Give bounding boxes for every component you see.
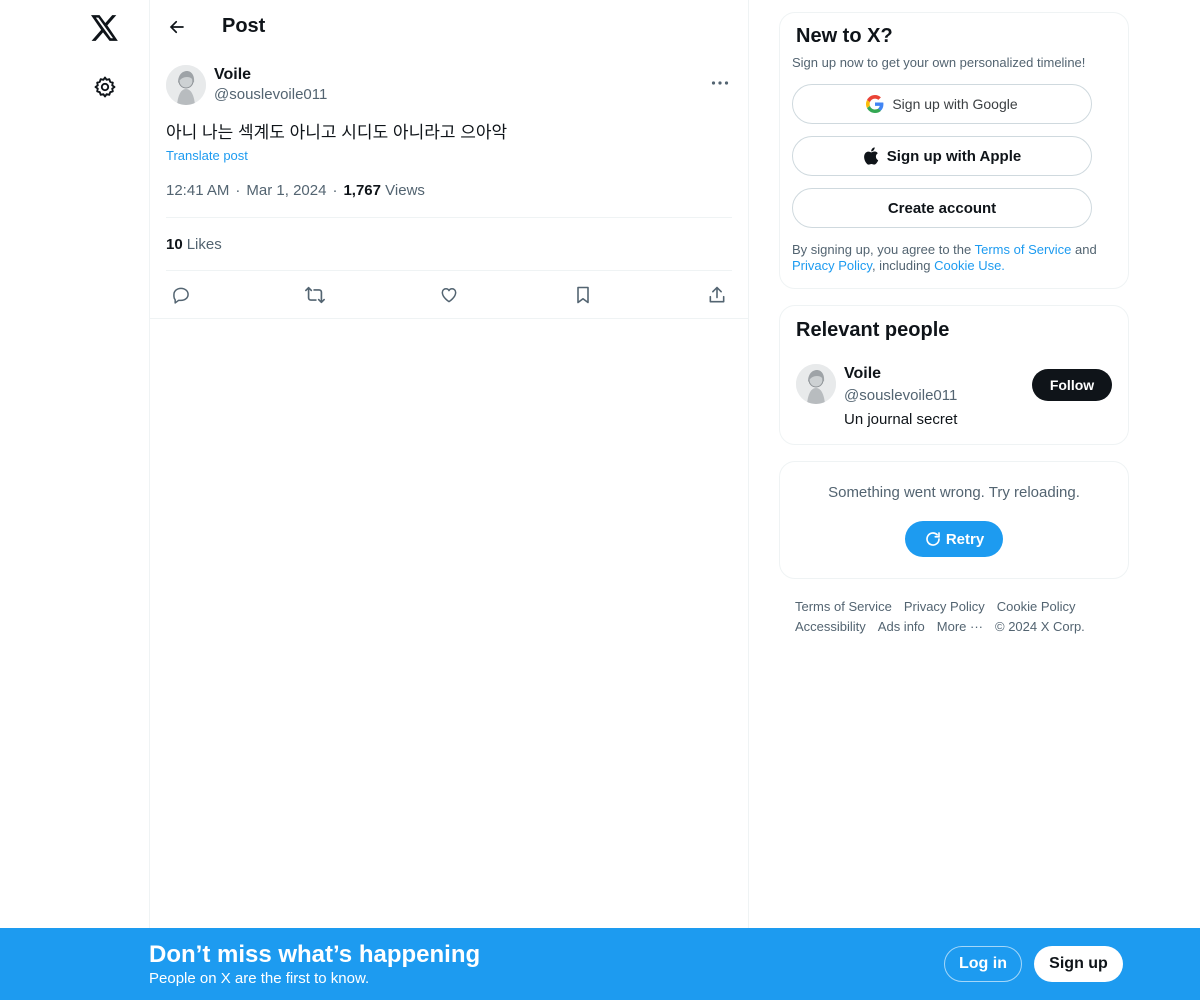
page-header: Post [150,0,748,53]
footer-link[interactable]: Ads info [878,617,925,637]
divider [150,318,748,319]
footer-link[interactable]: Privacy Policy [904,597,985,617]
relevant-people-title: Relevant people [796,319,950,341]
banner-subtitle: People on X are the first to know. [149,970,370,987]
signup-terms: By signing up, you agree to the Terms of… [792,242,1116,274]
privacy-policy-link[interactable]: Privacy Policy [792,258,872,273]
avatar[interactable] [796,364,836,404]
google-icon [866,95,884,113]
footer-link[interactable]: Accessibility [795,617,866,637]
google-signup-button[interactable]: Sign up with Google [792,84,1092,124]
refresh-icon [924,530,942,548]
relevant-people-card: Relevant people Voile @souslevoile011 Un… [779,305,1129,445]
share-icon[interactable] [706,284,728,306]
retry-label: Retry [945,530,985,548]
apple-signup-button[interactable]: Sign up with Apple [792,136,1092,176]
heart-icon[interactable] [438,284,460,306]
left-nav [0,0,150,1000]
google-signup-label: Sign up with Google [892,96,1018,112]
signup-button[interactable]: Sign up [1034,946,1123,982]
retry-button[interactable]: Retry [905,521,1003,557]
likes-label: Likes [186,235,222,253]
person-bio: Un journal secret [844,411,958,428]
terms-text: , including [871,258,935,273]
author-name[interactable]: Voile [214,65,327,85]
login-button[interactable]: Log in [944,946,1022,982]
back-arrow-icon[interactable] [164,14,190,40]
gear-icon[interactable] [87,69,123,105]
bottom-signup-banner: Don’t miss what’s happening People on X … [0,928,1200,1000]
person-name[interactable]: Voile [844,364,957,384]
separator-dot: · [235,182,241,199]
post-date[interactable]: Mar 1, 2024 [246,182,326,199]
translate-post-link[interactable]: Translate post [166,147,732,165]
footer-more-link[interactable]: More ··· [937,617,983,637]
post-actions [166,271,732,318]
right-sidebar: New to X? Sign up now to get your own pe… [779,0,1129,637]
footer-links: Terms of Service Privacy Policy Cookie Pol… [779,597,1109,637]
more-options-icon[interactable] [708,71,732,95]
post-author: Voile @souslevoile011 [166,53,732,117]
views-count: 1,767 [343,182,381,199]
post-time[interactable]: 12:41 AM [166,182,229,199]
post-text: 아니 나는 섹계도 아니고 시디도 아니라고 으아악 [166,123,508,142]
terms-of-service-link[interactable]: Terms of Service [975,242,1072,257]
trends-error-card: Something went wrong. Try reloading. Ret… [779,461,1129,579]
views-label: Views [385,182,425,199]
likes-row[interactable]: 10 Likes [166,218,732,270]
person-handle[interactable]: @souslevoile011 [844,384,957,408]
likes-count: 10 [166,235,183,253]
error-message: Something went wrong. Try reloading. [828,484,1080,501]
footer-link[interactable]: Cookie Policy [997,597,1076,617]
avatar[interactable] [166,65,206,105]
footer-link[interactable]: Terms of Service [795,597,892,617]
reply-icon[interactable] [170,284,192,306]
apple-signup-label: Sign up with Apple [886,147,1022,165]
follow-button[interactable]: Follow [1032,369,1112,401]
banner-title: Don’t miss what’s happening [149,941,481,968]
bookmark-icon[interactable] [572,284,594,306]
create-account-button[interactable]: Create account [792,188,1092,228]
terms-text: By signing up, you agree to the [792,242,975,257]
post-metadata: 12:41 AM · Mar 1, 2024 · 1,767 Views [166,181,732,217]
signup-card-subtitle: Sign up now to get your own personalized… [792,55,1086,70]
author-handle[interactable]: @souslevoile011 [214,85,327,105]
signup-card-title: New to X? [796,25,893,47]
repost-icon[interactable] [304,284,326,306]
post: Voile @souslevoile011 아니 나는 섹계도 아니고 시디도 … [150,53,748,319]
cookie-use-link[interactable]: Cookie Use. [934,258,1005,273]
apple-icon [863,147,879,165]
separator-dot: · [332,182,338,199]
person-row[interactable]: Voile @souslevoile011 Un journal secret … [796,364,1112,432]
signup-card: New to X? Sign up now to get your own pe… [779,12,1129,289]
footer-copyright: © 2024 X Corp. [995,619,1085,634]
main-column: Post Voile @souslevoile011 아니 나는 섹계도 아니고… [149,0,749,1000]
x-logo-icon[interactable] [87,10,123,46]
page-title: Post [222,15,266,37]
terms-text: and [1071,242,1097,257]
